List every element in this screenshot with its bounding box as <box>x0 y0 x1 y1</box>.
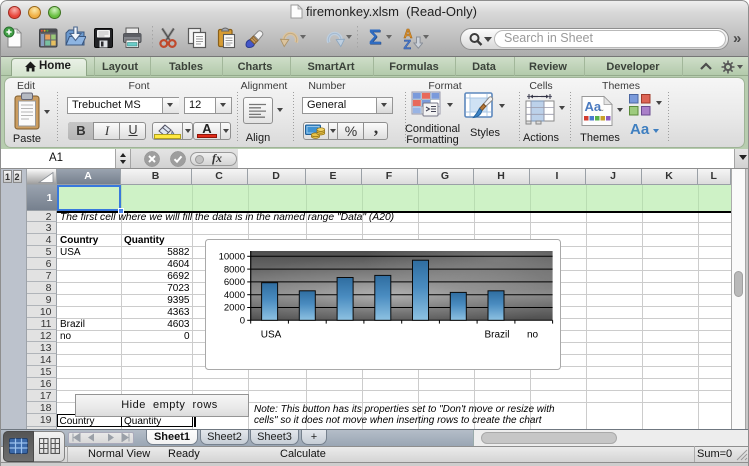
svg-text:4000: 4000 <box>224 290 245 301</box>
svg-text:no: no <box>527 330 539 341</box>
svg-text:USA: USA <box>261 330 282 341</box>
svg-text:8000: 8000 <box>224 264 245 275</box>
svg-text:~: ~ <box>599 106 604 115</box>
svg-text:Brazil: Brazil <box>484 330 509 341</box>
svg-text:0: 0 <box>240 316 245 327</box>
svg-text:6000: 6000 <box>224 277 245 288</box>
svg-text:Z: Z <box>404 38 412 50</box>
svg-text:2000: 2000 <box>224 303 245 314</box>
svg-text:10000: 10000 <box>219 252 245 263</box>
